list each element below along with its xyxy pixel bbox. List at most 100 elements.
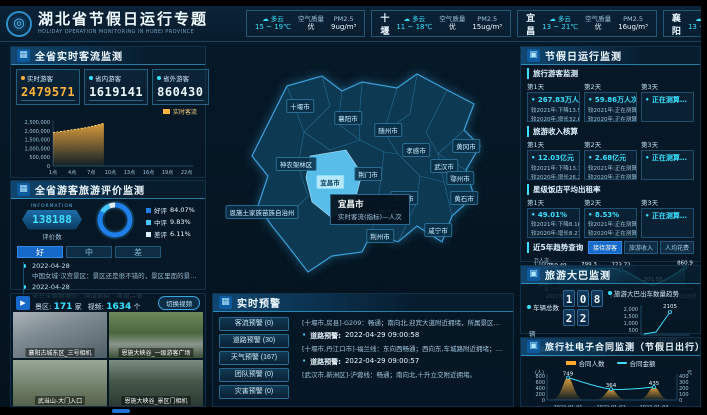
warning-list[interactable]: [十堰市,房县]-G209：畅通；南向北,迎宾大道附近拥堵，所属景区：房县观音洞… [295, 312, 513, 406]
legend-swatch [146, 220, 151, 225]
pm25-value: 16ug/m³ [618, 23, 648, 32]
warning-tab[interactable]: 团队预警 (0) [219, 368, 289, 382]
svg-text:0: 0 [679, 398, 682, 404]
svg-text:0: 0 [542, 398, 545, 404]
day-metric-box: • 59.86万人次 较2021年:正在测算较2020年:正在测算 [584, 92, 637, 122]
switch-video-button[interactable]: 切换视频 [158, 296, 200, 310]
map-city-label[interactable]: 黄冈市 [452, 139, 480, 153]
warning-tabs: 客流预警 (0) 道路预警 (30) 天气预警 (167) 团队预警 (0) 灾害预警 … [213, 312, 295, 406]
camera-feed[interactable]: 恩施大峡谷_景区门相机 [109, 360, 203, 406]
svg-text:13点: 13点 [124, 170, 135, 176]
rating-tab[interactable]: 中 [66, 246, 112, 258]
svg-text:200: 200 [535, 392, 545, 398]
panel-title: 旅游大巴监测 [545, 267, 611, 282]
province-map[interactable]: 十堰市神农架林区襄阳市随州市孝感市武汉市黄冈市鄂州市黄石市咸宁市荆州市荆门市天门… [212, 46, 514, 290]
rating-tab[interactable]: 好 [17, 246, 63, 258]
header-bar: ◎ 湖北省节假日运行专题 HOLIDAY OPERATION MONITORIN… [0, 6, 701, 42]
stat-card: 省内游客 1619141 [84, 69, 148, 105]
map-city-label[interactable]: 神农架林区 [276, 157, 317, 171]
camera-feed[interactable]: 襄阳古城东区_三号相机 [13, 312, 107, 358]
legend-swatch [566, 361, 576, 365]
warning-tab[interactable]: 天气预警 (167) [219, 351, 289, 365]
panel-title: 节假日运行监测 [545, 48, 622, 63]
aqi-value: 优 [308, 23, 315, 32]
map-city-label[interactable]: 鄂州市 [446, 171, 474, 185]
map-city-label[interactable]: 黄石市 [450, 191, 478, 205]
warning-entry: [十堰市,房县]-G209：畅通；南向北,迎宾大道附近拥堵，所属景区：房县观音洞… [302, 317, 506, 327]
grid-icon: ▦ [219, 296, 232, 309]
day-label: 第1天 [527, 197, 580, 207]
pm25-value: 9ug/m³ [331, 23, 356, 32]
trend-tab[interactable]: 人均花费 [660, 241, 694, 254]
map-city-label[interactable]: 十堰市 [286, 99, 314, 113]
panel-warnings: ▦ 实时预警 客流预警 (0) 道路预警 (30) 天气预警 (167) 团队预警 (… [212, 293, 514, 407]
svg-text:2,500,000: 2,500,000 [25, 120, 50, 126]
holiday-day-col: 第3天 • 正在测算… [641, 197, 694, 238]
rating-legend: 好评84.07% 中评9.83% 差评6.11% [142, 203, 200, 241]
rating-badge: INFORMATION 138188 评价数 [16, 204, 88, 241]
map-city-label[interactable]: 荆州市 [366, 229, 394, 243]
svg-text:100: 100 [679, 392, 689, 398]
map-city-label[interactable]: 咸宁市 [424, 223, 452, 237]
warning-text: [十堰市,丹江口市]-福兰线：东向西畅通；西向东,车城路附近拥堵；东向西,大通沟… [302, 343, 506, 353]
trend-tab[interactable]: 接待游客 [588, 241, 622, 254]
panel-title: 实时预警 [237, 295, 281, 310]
stat-label: 省内游客 [89, 73, 143, 83]
map-city-label[interactable]: 恩施土家族苗族自治州 [226, 205, 299, 219]
day-label: 第2天 [584, 81, 637, 91]
aqi-value: 优 [595, 23, 602, 32]
flip-digit: 8 [591, 290, 603, 307]
panel-contracts: ▣ 旅行社电子合同监测（节假日出行） 合同人数 合同金额 (人)元0200400… [520, 337, 701, 407]
rating-legend-item: 中评9.83% [146, 217, 200, 227]
contract-legend: 合同人数 合同金额 [521, 356, 700, 368]
tooltip-metric: 实时客流(指标)—人次 [338, 211, 402, 221]
grid-icon: ▦ [17, 183, 30, 196]
trend-tab[interactable]: 旅游收入 [624, 241, 658, 254]
map-city-label[interactable]: 荆门市 [354, 167, 382, 181]
svg-text:1,000: 1,000 [624, 321, 638, 327]
day-label: 第1天 [527, 81, 580, 91]
map-city-label[interactable]: 宜昌市 [316, 175, 344, 189]
weather-cards: ☁ 多云15 ~ 19℃ 空气质量优 PM2.59ug/m³ 十堰 ☁ 多云11… [246, 10, 707, 37]
svg-text:400: 400 [535, 386, 545, 392]
camera-feed-grid: 襄阳古城东区_三号相机 恩施大峡谷_一级游客广场 武当山-大门入口 恩施大峡谷_… [11, 312, 205, 406]
camera-feed[interactable]: 恩施大峡谷_一级游客广场 [109, 312, 203, 358]
rating-legend-item: 好评84.07% [146, 205, 200, 215]
camera-stat: 视频: 1634 个 [88, 303, 141, 311]
map-city-label[interactable]: 孝感市 [402, 143, 430, 157]
svg-text:1,500: 1,500 [624, 314, 638, 320]
panel-rating: ▦ 全省游客旅游评价监测 INFORMATION 138188 评价数 好评84… [10, 180, 206, 290]
camera-caption: 武当山-大门入口 [35, 396, 85, 405]
weather-card: 十堰 ☁ 多云11 ~ 18℃ 空气质量优 PM2.515ug/m³ [371, 10, 511, 37]
map-city-label[interactable]: 襄阳市 [334, 111, 362, 125]
legend-swatch [146, 232, 151, 237]
svg-text:400: 400 [679, 374, 689, 380]
aqi-label: 空气质量 [439, 15, 465, 23]
holiday-section-title: 旅游收入核算 [527, 126, 694, 137]
day-metric-box: • 正在测算… [641, 208, 694, 238]
warning-tab[interactable]: 客流预警 (0) [219, 317, 289, 331]
legend-swatch [163, 109, 170, 114]
panel-header: ▣ 旅行社电子合同监测（节假日出行） [521, 338, 700, 356]
camera-feed[interactable]: 武当山-大门入口 [13, 360, 107, 406]
svg-text:22点: 22点 [181, 170, 192, 176]
panel-header: ▣ 旅游大巴监测 [521, 266, 700, 284]
bus-total-digits: 10822 [562, 288, 604, 326]
svg-text:300: 300 [679, 380, 689, 386]
stat-value: 1619141 [89, 85, 143, 101]
day-label: 第2天 [584, 139, 637, 149]
rating-tab[interactable]: 差 [115, 246, 161, 258]
badge-caption: INFORMATION [16, 204, 88, 209]
svg-text:19点: 19点 [162, 170, 173, 176]
contract-legend-item: 合同人数 [566, 358, 605, 368]
warning-tab[interactable]: 灾害预警 (0) [219, 385, 289, 399]
flip-digit: 2 [577, 309, 589, 326]
pm25-label: PM2.5 [334, 15, 354, 23]
map-city-label[interactable]: 随州市 [374, 123, 402, 137]
warning-tab[interactable]: 道路预警 (30) [219, 334, 289, 348]
weather-condition: ☁ 多云 [549, 15, 571, 23]
day-label: 第2天 [584, 197, 637, 207]
day-metric-box: • 正在测算… [641, 92, 694, 122]
svg-text:1,000,000: 1,000,000 [25, 146, 50, 152]
holiday-day-col: 第2天 • 59.86万人次 较2021年:正在测算较2020年:正在测算 [584, 81, 637, 122]
